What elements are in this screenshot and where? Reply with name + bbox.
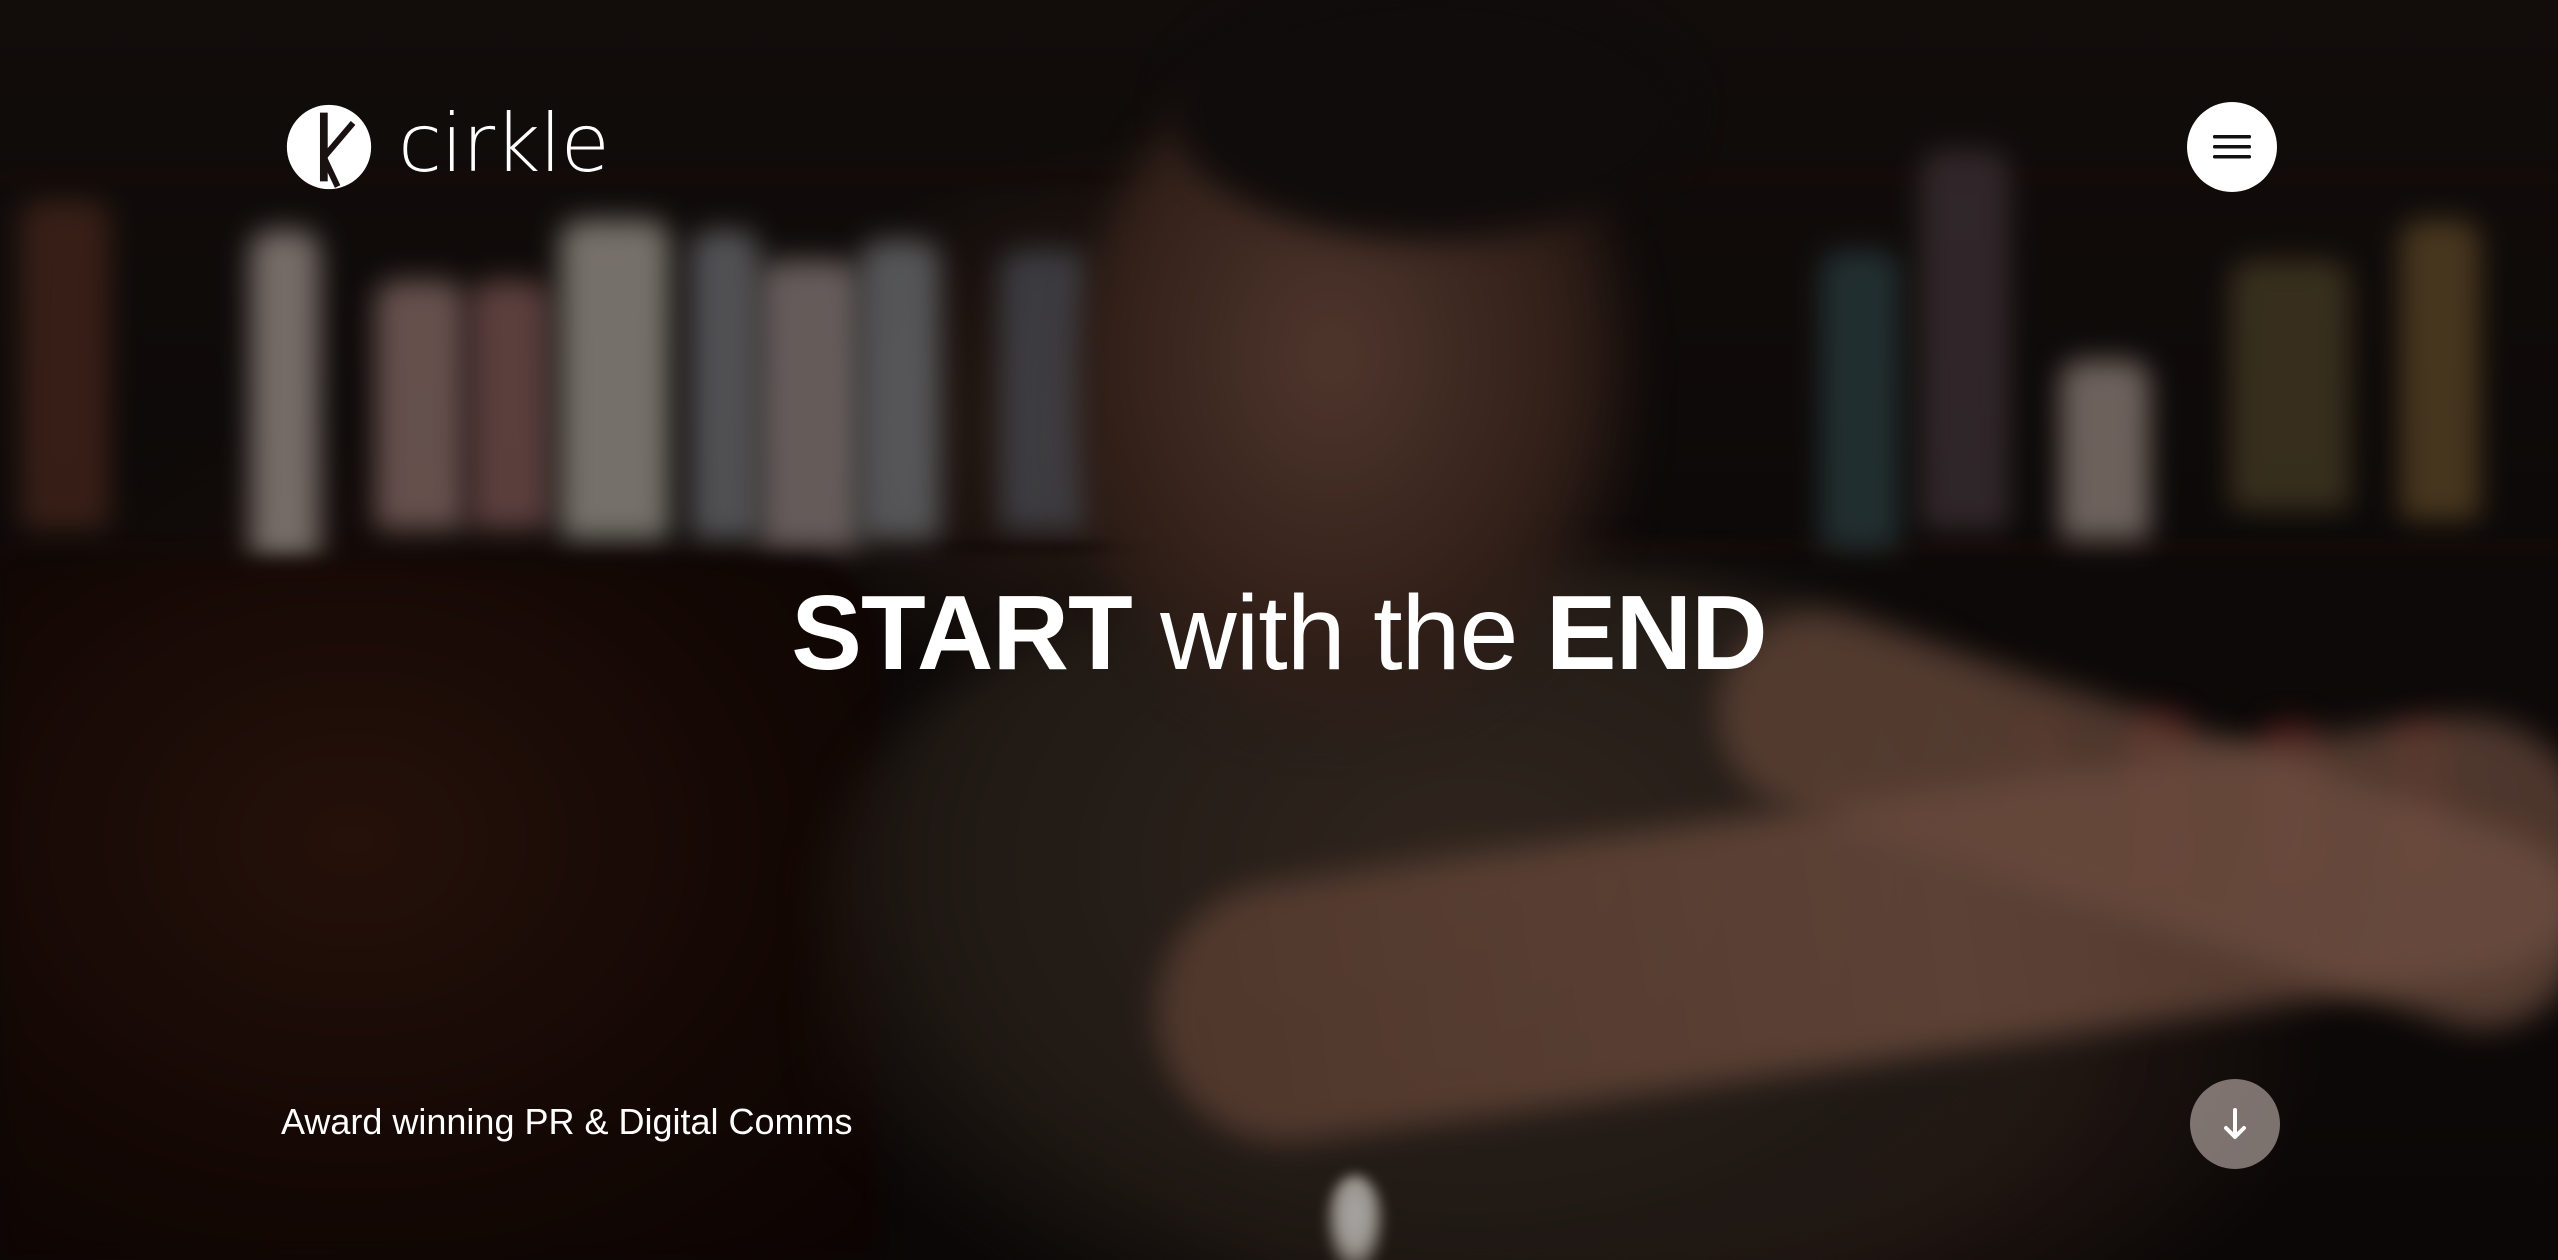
brand-name: cirkle bbox=[398, 97, 610, 190]
headline-start: START bbox=[791, 574, 1132, 692]
hamburger-menu-icon bbox=[2213, 135, 2251, 159]
scroll-down-button[interactable] bbox=[2190, 1079, 2280, 1169]
hero-headline: START with the END bbox=[0, 580, 2558, 686]
arrow-down-icon bbox=[2224, 1108, 2246, 1139]
menu-button[interactable] bbox=[2187, 102, 2277, 192]
hero-tagline: Award winning PR & Digital Comms bbox=[281, 1101, 853, 1142]
headline-middle: with the bbox=[1160, 574, 1518, 692]
brand-logo-link[interactable]: cirkle bbox=[286, 97, 610, 190]
headline-end: END bbox=[1545, 574, 1768, 692]
cirkle-logo-icon bbox=[286, 104, 372, 190]
